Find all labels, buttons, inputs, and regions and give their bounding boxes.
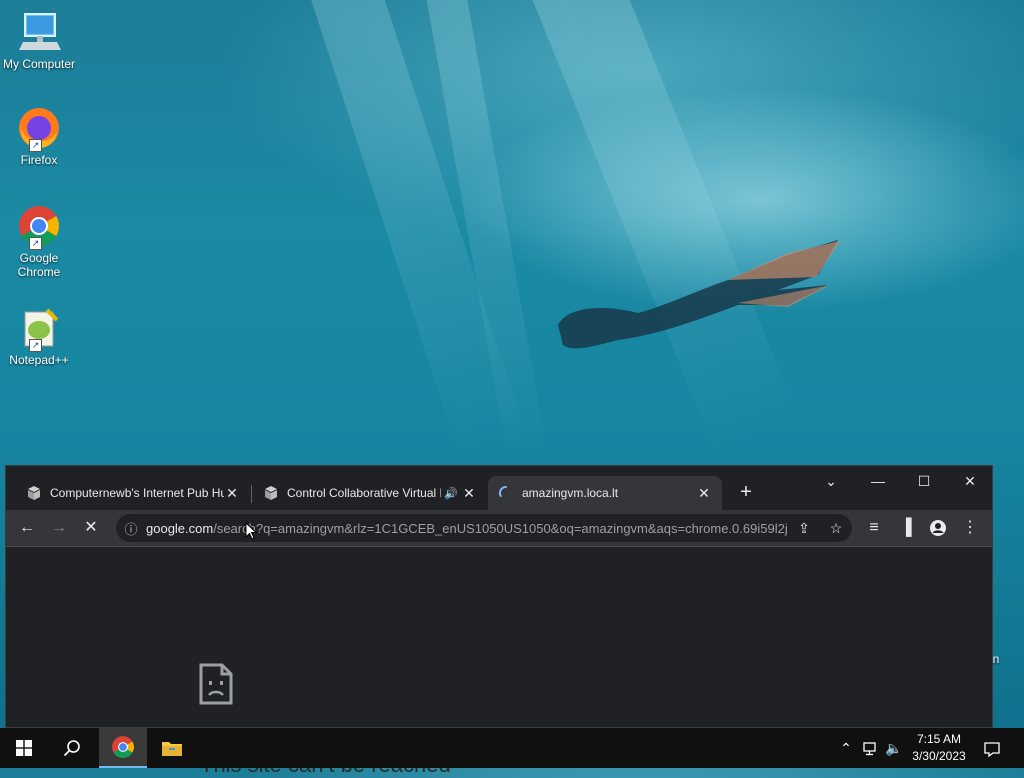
- computer-icon: [17, 10, 61, 54]
- tab-separator: [251, 485, 252, 503]
- shortcut-arrow-icon: ↗: [29, 339, 42, 352]
- minimize-button[interactable]: —: [855, 466, 901, 496]
- tab-strip: Computernewb's Internet Pub Hub ✕ Contro…: [6, 466, 992, 510]
- notepadpp-icon: ↗: [17, 306, 61, 352]
- volume-icon[interactable]: 🔈: [884, 728, 904, 768]
- tab-close-icon[interactable]: ✕: [696, 485, 712, 502]
- diver-silhouette: [558, 240, 840, 349]
- sad-page-icon: [199, 663, 233, 705]
- chrome-window[interactable]: Computernewb's Internet Pub Hub ✕ Contro…: [5, 465, 993, 728]
- tab-title: Control Collaborative Virtual Machine: [287, 486, 441, 500]
- shortcut-arrow-icon: ↗: [29, 139, 42, 152]
- page-content: [6, 547, 992, 727]
- taskbar-file-explorer-button[interactable]: [148, 728, 196, 768]
- close-window-button[interactable]: ✕: [947, 466, 993, 496]
- url-text[interactable]: google.com/search?q=amazingvm&rlz=1C1GCE…: [146, 521, 788, 536]
- browser-toolbar: ← → ✕ ⓘ google.com/search?q=amazingvm&rl…: [6, 510, 992, 547]
- desktop-icon-label: Firefox: [20, 153, 58, 167]
- tab-title: amazingvm.loca.lt: [522, 486, 619, 500]
- action-center-icon[interactable]: [978, 728, 1006, 768]
- chrome-icon: [112, 736, 134, 758]
- media-control-icon[interactable]: ≡: [862, 516, 886, 540]
- share-icon[interactable]: ⇪: [788, 520, 820, 537]
- tab-title: Computernewb's Internet Pub Hub: [50, 486, 224, 500]
- desktop-icon-label: Google Chrome: [17, 251, 61, 279]
- start-button[interactable]: [0, 728, 48, 768]
- forward-arrow-icon[interactable]: →: [47, 516, 71, 540]
- firefox-icon: ↗: [17, 106, 61, 152]
- new-tab-button[interactable]: +: [734, 480, 758, 504]
- back-arrow-icon[interactable]: ←: [15, 516, 39, 540]
- clock-date: 3/30/2023: [912, 749, 966, 763]
- loading-spinner-icon: [499, 486, 507, 497]
- tab-audio-icon[interactable]: 🔊: [441, 487, 461, 500]
- tab-close-icon[interactable]: ✕: [461, 485, 477, 502]
- clock-time: 7:15 AM: [916, 732, 962, 746]
- chrome-icon: ↗: [17, 204, 61, 250]
- desktop-icon-my-computer[interactable]: My Computer: [2, 10, 76, 71]
- desktop-icon-google-chrome[interactable]: ↗ Google Chrome: [2, 204, 76, 279]
- tab-search-chevron-icon[interactable]: ⌄: [808, 466, 854, 496]
- taskbar-clock[interactable]: 7:15 AM 3/30/2023: [906, 731, 972, 765]
- taskbar: ⌃ 🔈 7:15 AM 3/30/2023: [0, 728, 1024, 768]
- side-panel-icon[interactable]: ▐: [894, 516, 918, 540]
- folder-icon: [162, 742, 182, 756]
- shortcut-arrow-icon: ↗: [29, 237, 42, 250]
- maximize-button[interactable]: ☐: [901, 466, 947, 496]
- search-icon: [63, 740, 80, 757]
- tab-collaborative-vm[interactable]: Control Collaborative Virtual Machine 🔊 …: [253, 476, 487, 510]
- vm-favicon-icon: [28, 486, 40, 500]
- network-icon[interactable]: [860, 728, 882, 768]
- bookmark-star-icon[interactable]: ☆: [820, 520, 852, 537]
- profile-avatar-icon[interactable]: [926, 516, 950, 540]
- mouse-cursor-icon: [245, 522, 257, 540]
- tab-amazingvm[interactable]: amazingvm.loca.lt ✕: [488, 476, 722, 510]
- tab-close-icon[interactable]: ✕: [224, 485, 240, 502]
- windows-logo-icon: [16, 740, 32, 756]
- vm-favicon-icon: [265, 486, 277, 500]
- stop-loading-icon[interactable]: ✕: [79, 516, 103, 540]
- show-hidden-icons-chevron-icon[interactable]: ⌃: [836, 728, 856, 768]
- desktop-icon-label: My Computer: [2, 57, 76, 71]
- desktop-icon-label: Notepad++: [9, 353, 69, 367]
- taskbar-chrome-button[interactable]: [99, 728, 147, 768]
- chrome-menu-icon[interactable]: ⋮: [958, 516, 982, 540]
- tab-internet-pub-hub[interactable]: Computernewb's Internet Pub Hub ✕: [16, 476, 250, 510]
- site-info-icon[interactable]: ⓘ: [116, 519, 146, 538]
- address-bar[interactable]: ⓘ google.com/search?q=amazingvm&rlz=1C1G…: [116, 514, 852, 542]
- desktop-icon-firefox[interactable]: ↗ Firefox: [2, 106, 76, 167]
- desktop-icon-notepadpp[interactable]: ↗ Notepad++: [2, 306, 76, 367]
- search-button[interactable]: [48, 728, 96, 768]
